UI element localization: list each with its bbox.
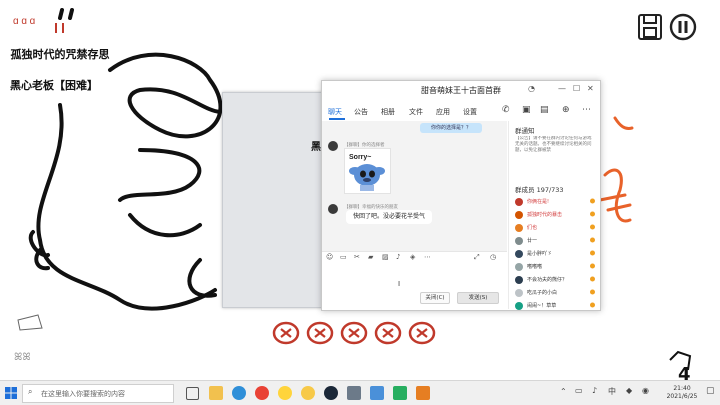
save-icon[interactable]	[636, 12, 664, 42]
screen-share-icon[interactable]: ▤	[540, 105, 549, 115]
strike-mark-icon	[272, 321, 300, 345]
minimize-icon[interactable]: —	[558, 84, 566, 93]
paper-note[interactable]	[222, 92, 324, 308]
expand-icon[interactable]: ⤢	[474, 253, 480, 262]
members-header: 群成员 197/733	[515, 186, 564, 194]
more-tools-icon[interactable]: ⋯	[424, 253, 431, 261]
member-item[interactable]: 廿一	[515, 236, 599, 247]
tab-apps[interactable]: 应用	[436, 107, 450, 117]
group-sidebar: 群通知 【公告】请不要在群内讨论任何与游戏无关的话题。也不要继续讨论相关的问题，…	[508, 121, 600, 310]
text-cursor: I	[398, 280, 401, 288]
emoji-app-icon[interactable]	[301, 386, 315, 400]
svg-text:ɑ ɑ ɑ: ɑ ɑ ɑ	[13, 16, 35, 27]
tab-album[interactable]: 相册	[381, 107, 395, 117]
member-item[interactable]: 孤独时代的暴击	[515, 210, 599, 221]
user-icon[interactable]: ◔	[528, 84, 535, 93]
windows-start-icon[interactable]	[5, 387, 17, 399]
group-chat-window[interactable]: 甜音萌妹王十古面首群 ◔ — ☐ ✕ 聊天 公告 相册 文件 应用 设置 ✆ ▣…	[321, 80, 601, 311]
strike-mark-icon	[408, 321, 436, 345]
task-view-icon[interactable]	[186, 387, 199, 400]
notice-title: 群通知	[515, 127, 535, 135]
tab-announcement[interactable]: 公告	[354, 107, 368, 117]
member-item[interactable]: 吃瓜子的小白	[515, 288, 599, 299]
game-app-icon[interactable]	[416, 386, 430, 400]
video-icon[interactable]: ▣	[522, 105, 531, 115]
taskbar-clock[interactable]: 21:40 2021/6/25	[662, 385, 702, 400]
taskbar-search-input[interactable]: ⌕ 在这里输入你要搜索的内容	[22, 384, 174, 403]
phone-icon[interactable]: ✆	[502, 105, 510, 115]
tab-chat[interactable]: 聊天	[328, 107, 342, 117]
maximize-icon[interactable]: ☐	[573, 84, 580, 93]
tab-settings[interactable]: 设置	[463, 107, 477, 117]
search-icon: ⌕	[28, 387, 33, 396]
pause-icon[interactable]	[668, 12, 697, 42]
received-message-bubble: 快回了吧。没必要花半受气	[346, 210, 432, 224]
active-tab-indicator	[329, 118, 345, 120]
tray-app-icon[interactable]: ◆	[626, 386, 632, 395]
member-item[interactable]: 你俩在是!	[515, 197, 599, 208]
history-icon[interactable]: ◷	[490, 253, 496, 261]
tab-files[interactable]: 文件	[409, 107, 423, 117]
close-icon[interactable]: ✕	[587, 84, 594, 93]
app-icon[interactable]	[347, 386, 361, 400]
notification-icon[interactable]: ▢	[706, 386, 715, 396]
chat-area[interactable]: 你你的选择是？？ 【群聊】你的选择者 Sorry~ 【群聊】幸福的快乐的朋友 快…	[322, 121, 507, 251]
edge-icon[interactable]	[232, 386, 246, 400]
taskbar: ⌕ 在这里输入你要搜索的内容 ⌃ ▭ ♪ 中 ◆ ◉ 21:40 2021/6/…	[0, 380, 720, 405]
image-icon[interactable]: ▨	[382, 253, 389, 261]
gift-icon[interactable]: ◈	[410, 253, 415, 261]
qq-icon[interactable]	[278, 386, 292, 400]
network-icon[interactable]: ▭	[575, 386, 583, 395]
search-placeholder: 在这里输入你要搜索的内容	[41, 390, 125, 398]
send-button[interactable]: 发送(S)	[457, 292, 499, 304]
add-icon[interactable]: ⊕	[562, 105, 570, 115]
avatar[interactable]	[328, 141, 338, 151]
file-explorer-icon[interactable]	[209, 386, 223, 400]
avatar[interactable]	[328, 204, 338, 214]
scissors-icon[interactable]: ✂	[354, 253, 360, 261]
member-item[interactable]: 嗜嗜嗜	[515, 262, 599, 273]
member-item[interactable]: 们也	[515, 223, 599, 234]
folder-icon[interactable]: ▰	[368, 253, 373, 261]
ime-icon[interactable]: 中	[608, 386, 616, 397]
more-icon[interactable]: ⋯	[582, 105, 591, 115]
strike-mark-icon	[306, 321, 334, 345]
paper-title: 黑	[311, 142, 321, 153]
tray-app-icon[interactable]: ◉	[642, 386, 649, 395]
volume-icon[interactable]: ♪	[592, 386, 597, 395]
mic-icon[interactable]: ♪	[396, 253, 400, 261]
sent-message-bubble: 你你的选择是？？	[420, 123, 482, 133]
app-icon[interactable]	[393, 386, 407, 400]
member-item[interactable]: 是小胖吖ゞ	[515, 249, 599, 260]
strike-mark-icon	[340, 321, 368, 345]
emoji-icon[interactable]: ☺	[326, 253, 333, 261]
steam-icon[interactable]	[324, 386, 338, 400]
notice-body: 【公告】请不要在群内讨论任何与游戏无关的话题。也不要继续讨论相关的问题，以免让群…	[515, 136, 592, 153]
app-icon[interactable]	[370, 386, 384, 400]
member-item[interactable]: 闹闹~！草草	[515, 301, 599, 310]
game-title: 孤独时代的咒禁存思	[10, 48, 110, 61]
svg-text:ꕤꕤ: ꕤꕤ	[14, 352, 31, 363]
member-item[interactable]: 不会功夫的熊仔？	[515, 275, 599, 286]
message-input[interactable]	[322, 263, 507, 293]
close-button[interactable]: 关闭(C)	[420, 292, 450, 304]
tray-up-icon[interactable]: ⌃	[560, 387, 567, 396]
gif-icon[interactable]: ▭	[340, 253, 347, 261]
clock-time: 21:40	[673, 385, 691, 392]
strike-mark-icon	[374, 321, 402, 345]
clock-date: 2021/6/25	[666, 392, 698, 400]
chrome-icon[interactable]	[255, 386, 269, 400]
sticker-caption: Sorry~	[349, 154, 371, 161]
stitch-sticker-image: Sorry~	[344, 148, 391, 194]
difficulty-label: 黑心老板【困难】	[10, 79, 98, 92]
